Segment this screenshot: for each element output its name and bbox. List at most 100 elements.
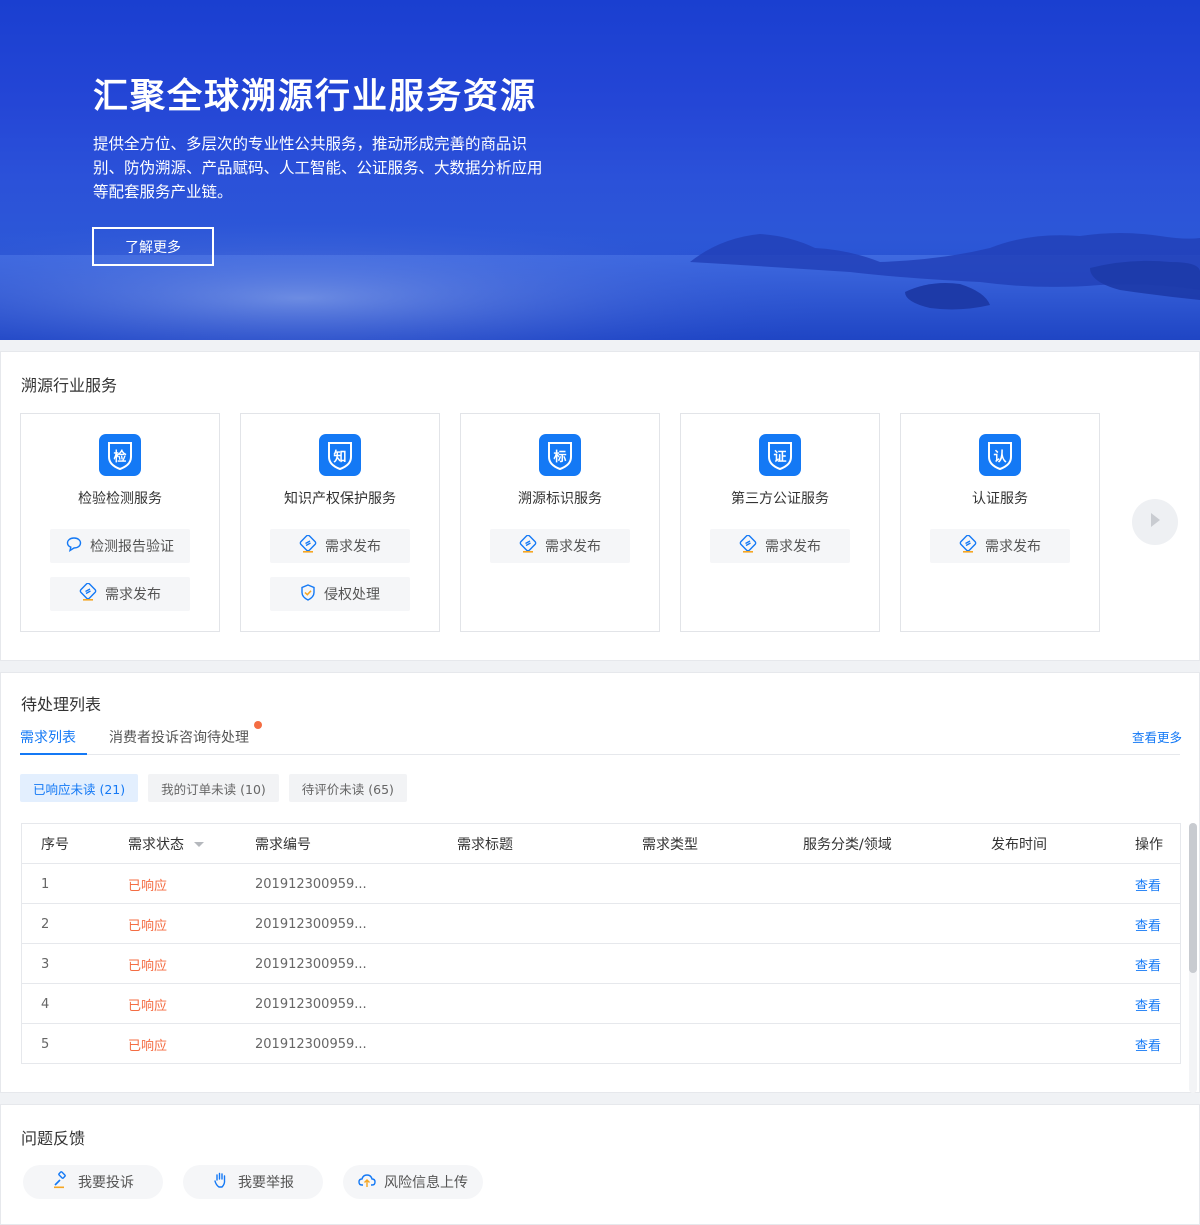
action-label: 需求发布 [765, 539, 821, 555]
publish-demand-button[interactable]: 需求发布 [270, 529, 410, 563]
label-badge-icon: 标 [539, 434, 581, 476]
certification-badge-icon: 认 [979, 434, 1021, 476]
ip-badge-icon: 知 [319, 434, 361, 476]
hand-icon [212, 1171, 230, 1193]
inspection-badge-icon: 检 [99, 434, 141, 476]
row-number: 201912300959... [255, 876, 367, 892]
table-row: 4 已响应 201912300959... 查看 [22, 984, 1180, 1024]
tab-demand-list[interactable]: 需求列表 [20, 727, 87, 755]
feedback-buttons: 我要投诉 我要举报 风险信息上传 [23, 1165, 483, 1199]
table-row: 3 已响应 201912300959... 查看 [22, 944, 1180, 984]
view-link[interactable]: 查看 [1135, 904, 1161, 944]
notification-dot [254, 721, 262, 729]
view-link[interactable]: 查看 [1135, 984, 1161, 1024]
row-status: 已响应 [128, 878, 168, 894]
pending-list-panel: 待处理列表 需求列表 消费者投诉咨询待处理 查看更多 已响应未读 (21) 我的… [0, 672, 1200, 1093]
action-label: 检测报告验证 [90, 539, 174, 555]
service-card-name: 检验检测服务 [78, 491, 162, 507]
service-card-name: 知识产权保护服务 [284, 491, 396, 507]
cloud-upload-icon [358, 1172, 376, 1192]
report-button[interactable]: 我要举报 [183, 1165, 323, 1199]
feedback-title: 问题反馈 [21, 1129, 86, 1148]
row-number: 201912300959... [255, 996, 367, 1012]
row-index: 3 [41, 956, 50, 972]
infringement-handling-button[interactable]: 侵权处理 [270, 577, 410, 611]
chat-bubble-icon [66, 536, 82, 556]
row-status: 已响应 [128, 918, 168, 934]
hero-title: 汇聚全球溯源行业服务资源 [93, 76, 538, 117]
pending-tabs: 需求列表 消费者投诉咨询待处理 [20, 725, 1180, 755]
action-label: 需求发布 [545, 539, 601, 555]
feedback-label: 我要举报 [238, 1175, 294, 1191]
services-title: 溯源行业服务 [21, 376, 118, 395]
row-index: 5 [41, 1036, 50, 1052]
publish-demand-button[interactable]: 需求发布 [710, 529, 850, 563]
publish-demand-button[interactable]: 需求发布 [50, 577, 190, 611]
gavel-icon [52, 1171, 70, 1193]
view-more-link[interactable]: 查看更多 [1132, 727, 1182, 746]
table-row: 2 已响应 201912300959... 查看 [22, 904, 1180, 944]
row-status: 已响应 [128, 958, 168, 974]
publish-icon [739, 534, 757, 557]
column-header: 需求编号 [255, 837, 311, 853]
publish-icon [79, 582, 97, 605]
table-row: 5 已响应 201912300959... 查看 [22, 1024, 1180, 1064]
view-link[interactable]: 查看 [1135, 944, 1161, 984]
feedback-label: 我要投诉 [78, 1175, 134, 1191]
service-card-name: 第三方公证服务 [731, 491, 829, 507]
action-label: 侵权处理 [324, 587, 380, 603]
pending-title: 待处理列表 [21, 695, 102, 714]
notary-badge-icon: 证 [759, 434, 801, 476]
view-link[interactable]: 查看 [1135, 1024, 1161, 1064]
column-header: 操作 [1135, 837, 1163, 853]
hero-description: 提供全方位、多层次的专业性公共服务，推动形成完善的商品识别、防伪溯源、产品赋码、… [93, 135, 543, 201]
publish-icon [959, 534, 977, 557]
service-card-traceability-label[interactable]: 标 溯源标识服务 需求发布 [460, 413, 660, 632]
row-status: 已响应 [128, 998, 168, 1014]
column-header-status[interactable]: 需求状态 [128, 824, 204, 864]
row-status: 已响应 [128, 1038, 168, 1054]
filter-pending-review-unread[interactable]: 待评价未读 (65) [288, 774, 407, 802]
publish-demand-button[interactable]: 需求发布 [490, 529, 630, 563]
service-card-inspection[interactable]: 检 检验检测服务 检测报告验证 需求发布 [20, 413, 220, 632]
column-header: 序号 [41, 837, 69, 853]
action-label: 需求发布 [985, 539, 1041, 555]
feedback-panel: 问题反馈 我要投诉 我要举报 风险信息上传 [0, 1104, 1200, 1225]
demand-table: 序号 需求状态 需求编号 需求标题 需求类型 服务分类/领域 发布时间 操作 1… [21, 823, 1181, 1064]
scrollbar-thumb[interactable] [1189, 823, 1197, 973]
hero-banner: 汇聚全球溯源行业服务资源 提供全方位、多层次的专业性公共服务，推动形成完善的商品… [0, 0, 1200, 340]
sort-down-icon [194, 841, 204, 847]
column-header: 需求标题 [457, 837, 513, 853]
service-card-notary[interactable]: 证 第三方公证服务 需求发布 [680, 413, 880, 632]
risk-upload-button[interactable]: 风险信息上传 [343, 1165, 483, 1199]
chevron-right-icon [1149, 512, 1161, 532]
row-number: 201912300959... [255, 1036, 367, 1052]
publish-demand-button[interactable]: 需求发布 [930, 529, 1070, 563]
row-index: 2 [41, 916, 50, 932]
publish-icon [519, 534, 537, 557]
view-link[interactable]: 查看 [1135, 864, 1161, 904]
table-scrollbar[interactable] [1189, 823, 1197, 1093]
action-label: 需求发布 [105, 587, 161, 603]
complaint-button[interactable]: 我要投诉 [23, 1165, 163, 1199]
service-cards: 检 检验检测服务 检测报告验证 需求发布 知 知识产权保护服务 需求发布 侵权处… [20, 413, 1100, 632]
report-verify-button[interactable]: 检测报告验证 [50, 529, 190, 563]
learn-more-button[interactable]: 了解更多 [92, 227, 214, 266]
tab-consumer-complaints[interactable]: 消费者投诉咨询待处理 [109, 727, 249, 755]
column-header: 服务分类/领域 [803, 837, 892, 853]
row-index: 1 [41, 876, 50, 892]
service-card-certification[interactable]: 认 认证服务 需求发布 [900, 413, 1100, 632]
service-card-name: 溯源标识服务 [518, 491, 602, 507]
column-header: 发布时间 [991, 837, 1047, 853]
column-header: 需求类型 [642, 837, 698, 853]
carousel-next-button[interactable] [1132, 499, 1178, 545]
filter-chips: 已响应未读 (21) 我的订单未读 (10) 待评价未读 (65) [20, 774, 407, 802]
shield-check-icon [300, 583, 316, 605]
table-row: 1 已响应 201912300959... 查看 [22, 864, 1180, 904]
row-index: 4 [41, 996, 50, 1012]
service-card-ip-protection[interactable]: 知 知识产权保护服务 需求发布 侵权处理 [240, 413, 440, 632]
table-header: 序号 需求状态 需求编号 需求标题 需求类型 服务分类/领域 发布时间 操作 [22, 824, 1180, 864]
publish-icon [299, 534, 317, 557]
filter-responded-unread[interactable]: 已响应未读 (21) [20, 774, 139, 802]
filter-my-orders-unread[interactable]: 我的订单未读 (10) [148, 774, 279, 802]
